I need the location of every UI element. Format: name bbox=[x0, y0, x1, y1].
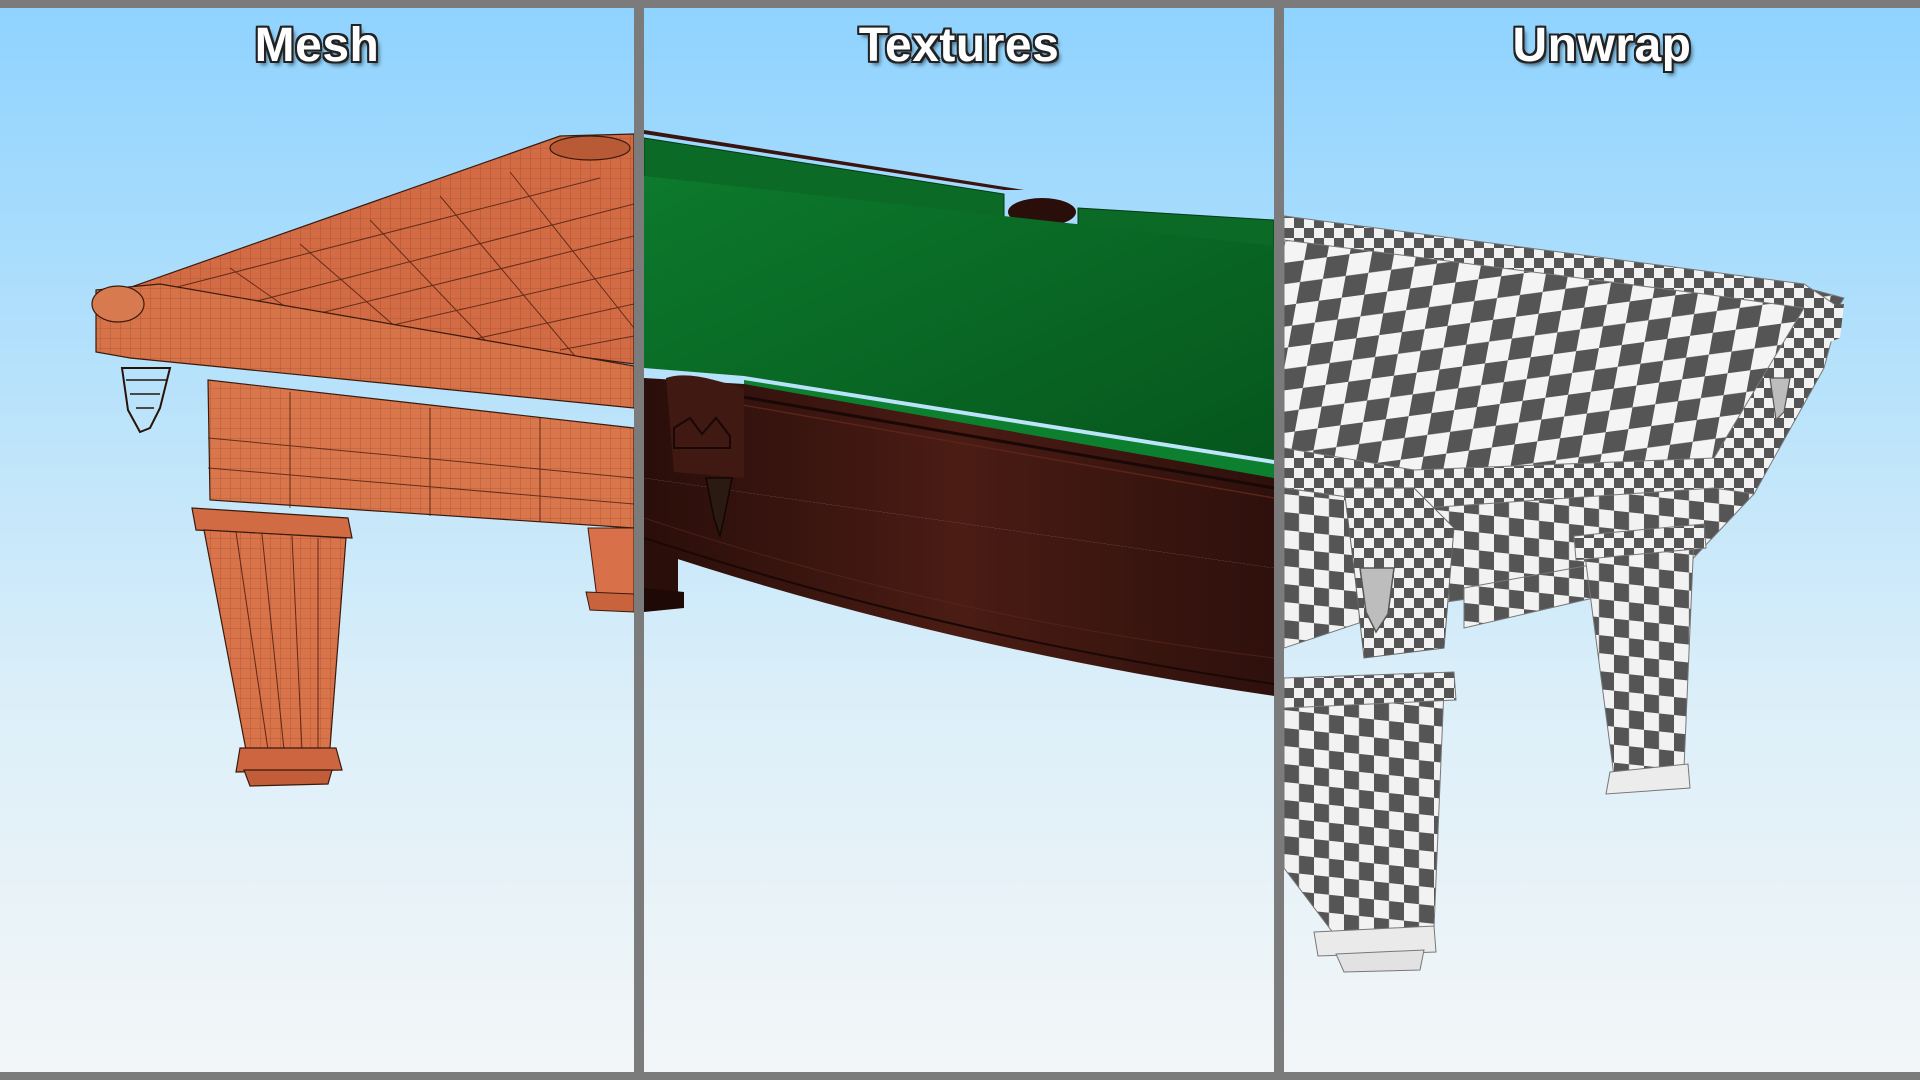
textures-title: Textures bbox=[858, 19, 1060, 72]
mesh-title: Mesh bbox=[254, 19, 380, 72]
mesh-render bbox=[91, 133, 634, 787]
textured-render bbox=[644, 130, 1274, 696]
pool-table-mesh bbox=[91, 133, 634, 787]
textures-panel: Textures bbox=[644, 8, 1274, 1072]
comparison-frame: Mesh Textures Unwrap bbox=[0, 0, 1920, 1080]
mesh-panel: Mesh bbox=[0, 8, 634, 1072]
unwrap-panel: Unwrap bbox=[1284, 8, 1920, 1072]
uv-checker-render bbox=[1284, 215, 1845, 973]
pool-table-textured bbox=[644, 130, 1274, 696]
unwrap-title: Unwrap bbox=[1512, 19, 1692, 72]
pool-table-uv bbox=[1284, 215, 1845, 973]
